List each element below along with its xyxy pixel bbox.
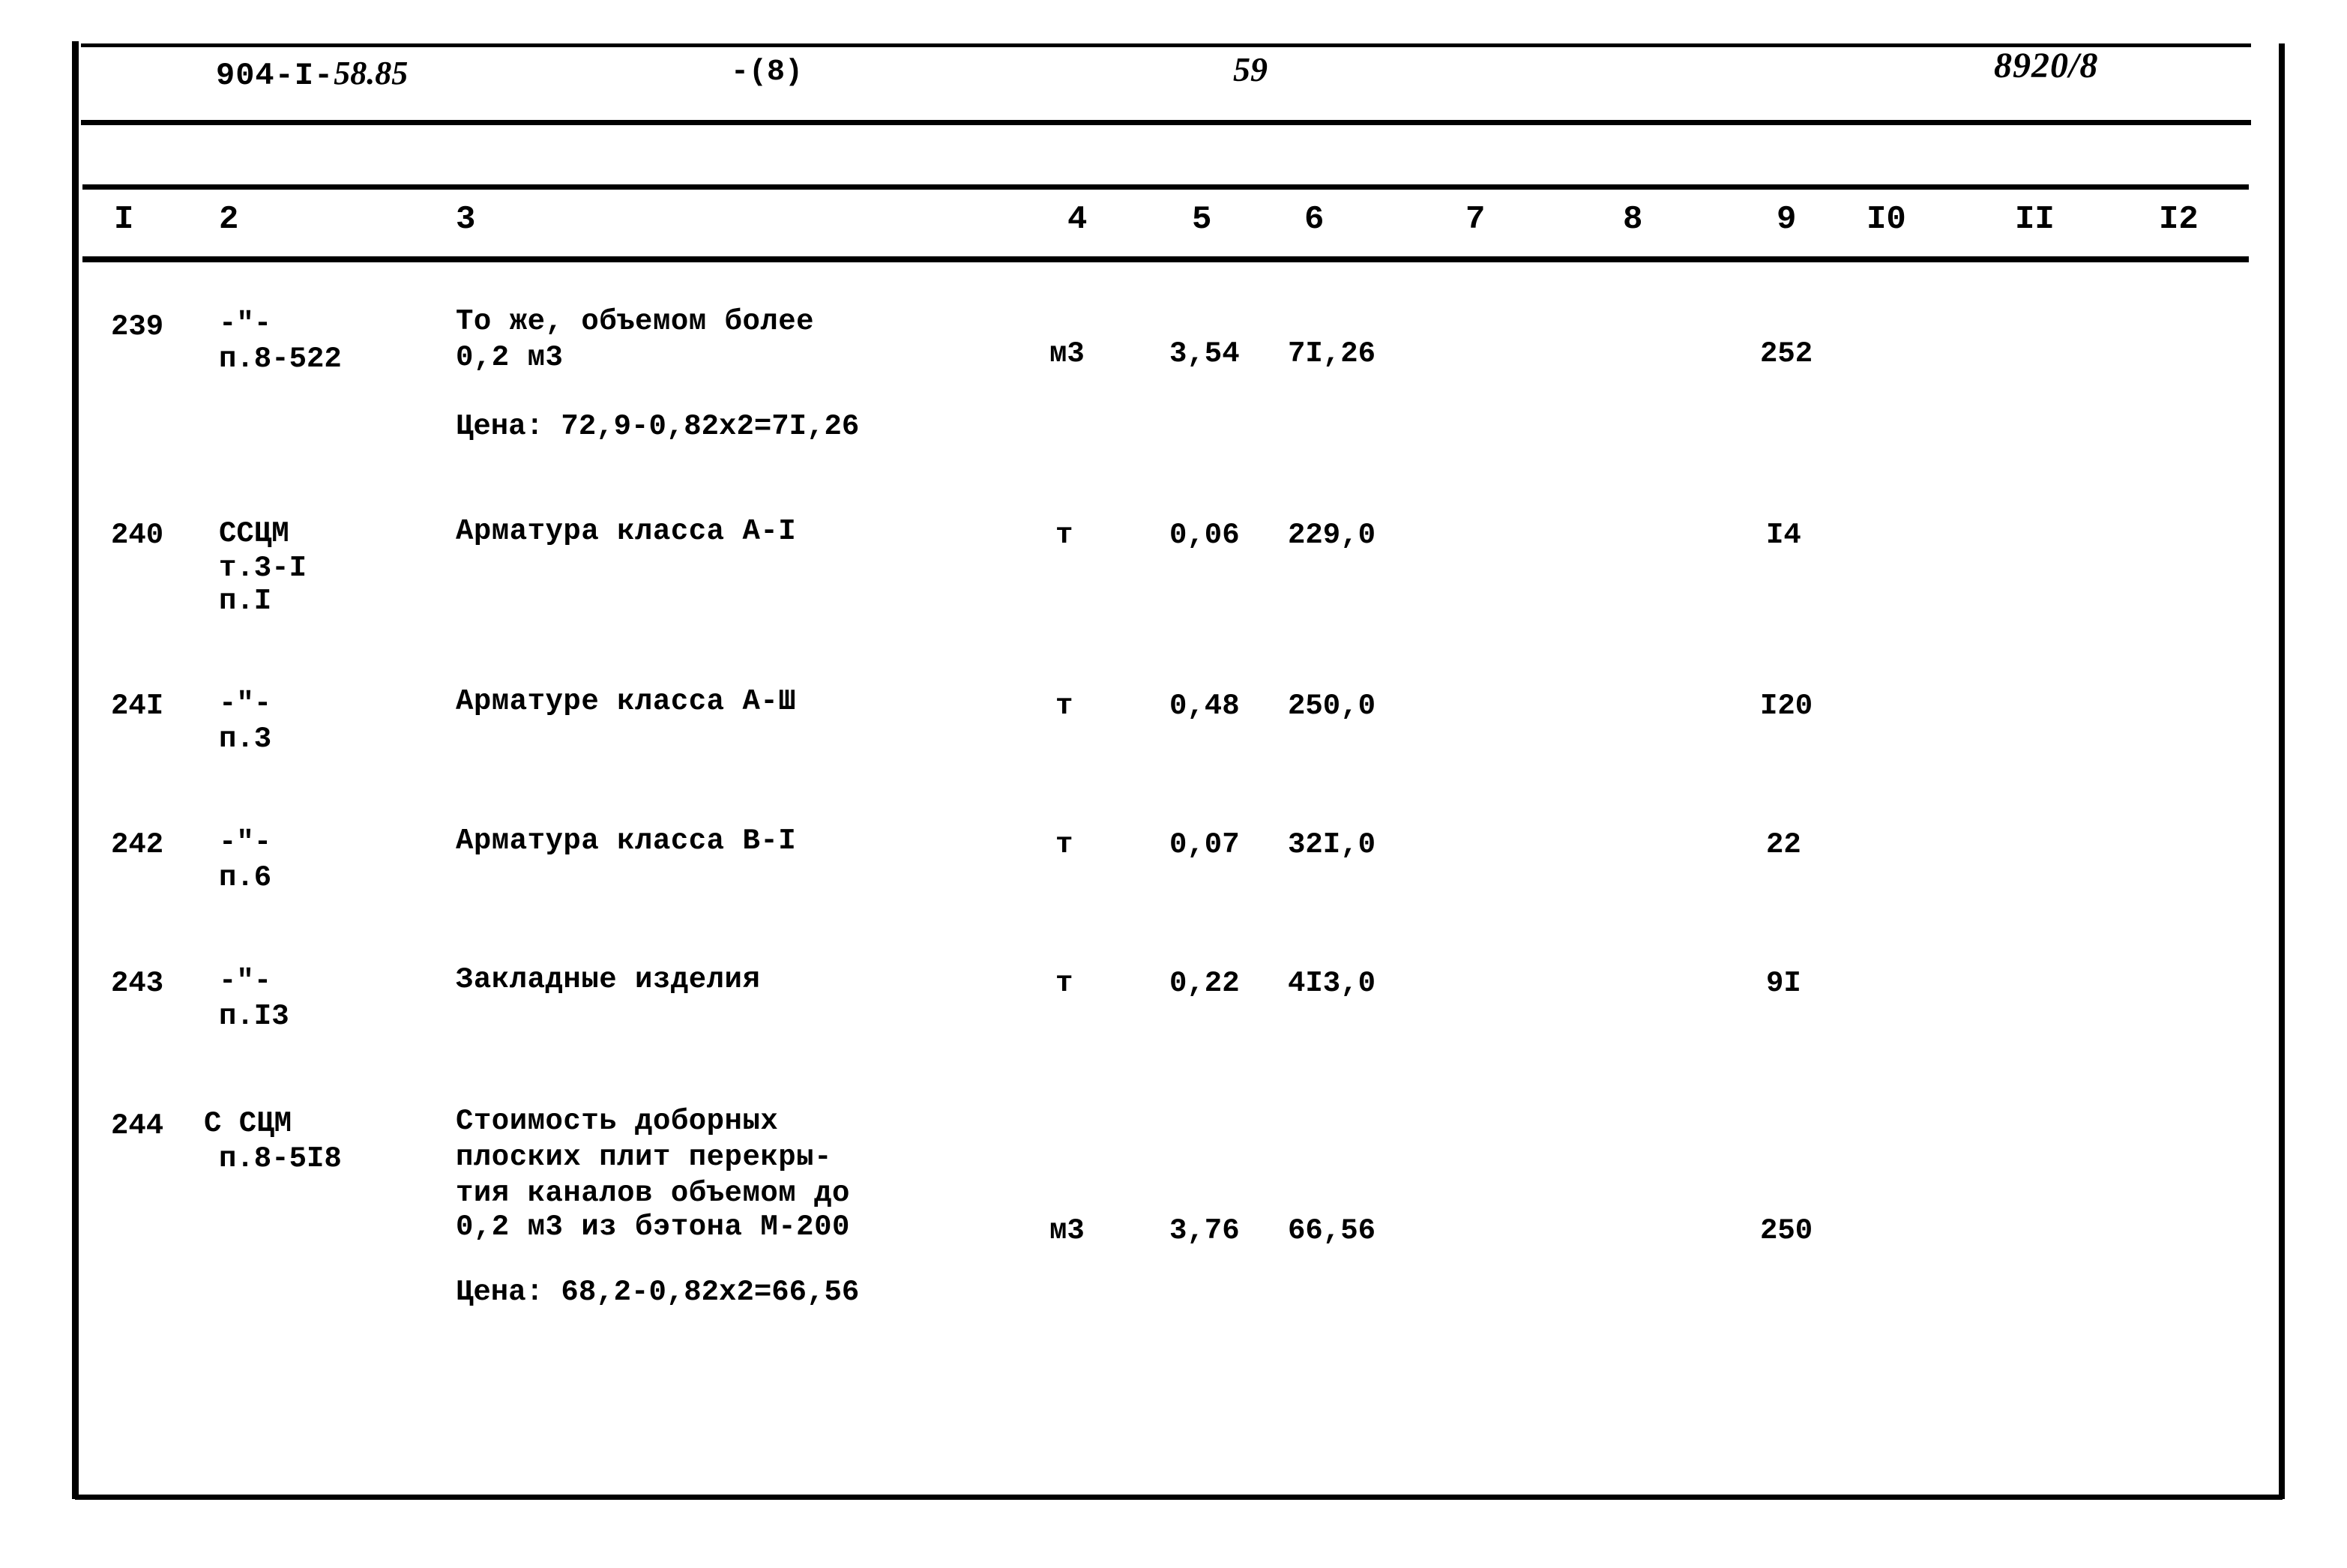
header-rule-bottom xyxy=(81,120,2251,125)
row-col9: 22 xyxy=(1766,828,1801,861)
row-quantity: 0,22 xyxy=(1169,967,1240,1000)
row-description-line: 0,2 м3 xyxy=(456,341,564,374)
row-description-line: Стоимость доборных xyxy=(456,1105,779,1138)
page-number: 59 xyxy=(1233,50,1268,88)
row-col9: 9I xyxy=(1766,967,1801,1000)
table-row: 239 xyxy=(111,310,164,343)
column-strip-rule-bottom xyxy=(82,256,2249,262)
row-quantity: 0,06 xyxy=(1169,519,1240,552)
table-row: 242 xyxy=(111,828,164,861)
row-price: 229,0 xyxy=(1288,519,1376,552)
row-quantity: 3,76 xyxy=(1169,1214,1240,1247)
document-code: 904-I-58.85 xyxy=(216,54,408,94)
table-row: 24I xyxy=(111,690,164,723)
row-description-line: Арматуре класса А-Ш xyxy=(456,685,797,718)
row-description-line: 0,2 м3 из бэтона М-200 xyxy=(456,1210,850,1243)
row-quantity: 0,07 xyxy=(1169,828,1240,861)
column-header-2: 2 xyxy=(219,201,239,238)
column-header-3: 3 xyxy=(456,201,476,238)
row-description-line: Арматура класса А-I xyxy=(456,515,797,548)
scanned-page: 904-I-58.85 -(8) 59 8920/8 I 2 3 4 5 6 7… xyxy=(0,0,2347,1568)
page-frame-left-border xyxy=(72,41,79,1499)
row-description-line: Арматура класса В-I xyxy=(456,824,797,857)
row-col9: 252 xyxy=(1760,337,1813,370)
column-header-1: I xyxy=(114,201,134,238)
table-row: 243 xyxy=(111,967,164,1000)
page-frame-bottom-border xyxy=(75,1495,2283,1500)
row-reference-line: п.8-5I8 xyxy=(219,1142,342,1175)
row-reference-line: п.6 xyxy=(219,861,272,894)
row-reference-line: п.8-522 xyxy=(219,343,342,376)
row-price: 250,0 xyxy=(1288,690,1376,723)
row-quantity: 3,54 xyxy=(1169,337,1240,370)
document-number: 8920/8 xyxy=(1994,46,2099,85)
column-header-6: 6 xyxy=(1304,201,1325,238)
row-unit: м3 xyxy=(1049,1214,1085,1247)
column-header-4: 4 xyxy=(1067,201,1088,238)
column-header-11: II xyxy=(2015,201,2055,238)
row-reference-line: п.3 xyxy=(219,723,272,756)
column-header-5: 5 xyxy=(1192,201,1212,238)
row-price-note: Цена: 68,2-0,82x2=66,56 xyxy=(456,1276,860,1309)
row-reference-line: -"- xyxy=(219,687,272,720)
row-price: 66,56 xyxy=(1288,1214,1376,1247)
row-reference-line: -"- xyxy=(219,826,272,859)
row-col9: I20 xyxy=(1760,690,1813,723)
row-unit: т xyxy=(1055,690,1073,723)
column-header-10: I0 xyxy=(1867,201,1906,238)
row-reference-line: п.I xyxy=(219,585,272,618)
row-description-line: тия каналов объемом до xyxy=(456,1177,850,1210)
row-unit: т xyxy=(1055,828,1073,861)
row-col9: I4 xyxy=(1766,519,1801,552)
row-price: 32I,0 xyxy=(1288,828,1376,861)
table-row: 244 xyxy=(111,1109,164,1142)
row-price: 4I3,0 xyxy=(1288,967,1376,1000)
sheet-reference: -(8) xyxy=(731,55,804,89)
column-header-9: 9 xyxy=(1777,201,1797,238)
row-unit: м3 xyxy=(1049,337,1085,370)
row-unit: т xyxy=(1055,519,1073,552)
row-reference-line: -"- xyxy=(219,307,272,340)
page-frame-right-border xyxy=(2279,43,2285,1499)
row-unit: т xyxy=(1055,967,1073,1000)
row-description-line: плоских плит перекры- xyxy=(456,1141,832,1174)
table-row: 240 xyxy=(111,519,164,552)
row-reference-line: п.I3 xyxy=(219,1000,289,1033)
row-description-line: Закладные изделия xyxy=(456,963,761,996)
row-description-line: То же, объемом более xyxy=(456,305,815,338)
row-col9: 250 xyxy=(1760,1214,1813,1247)
document-code-printed: 904-I- xyxy=(216,58,334,94)
header-rule-top xyxy=(81,43,2251,47)
row-reference-line: т.3-I xyxy=(219,552,307,585)
row-price: 7I,26 xyxy=(1288,337,1376,370)
row-price-note: Цена: 72,9-0,82x2=7I,26 xyxy=(456,410,860,443)
column-strip-rule-top xyxy=(82,184,2249,190)
row-reference-line: -"- xyxy=(219,965,272,998)
row-reference-line: ССЦМ xyxy=(219,517,289,550)
row-quantity: 0,48 xyxy=(1169,690,1240,723)
column-header-7: 7 xyxy=(1465,201,1486,238)
column-header-12: I2 xyxy=(2159,201,2199,238)
row-reference-line: С СЦМ xyxy=(204,1107,292,1140)
column-header-8: 8 xyxy=(1623,201,1643,238)
document-code-handwritten: 58.85 xyxy=(334,55,409,91)
